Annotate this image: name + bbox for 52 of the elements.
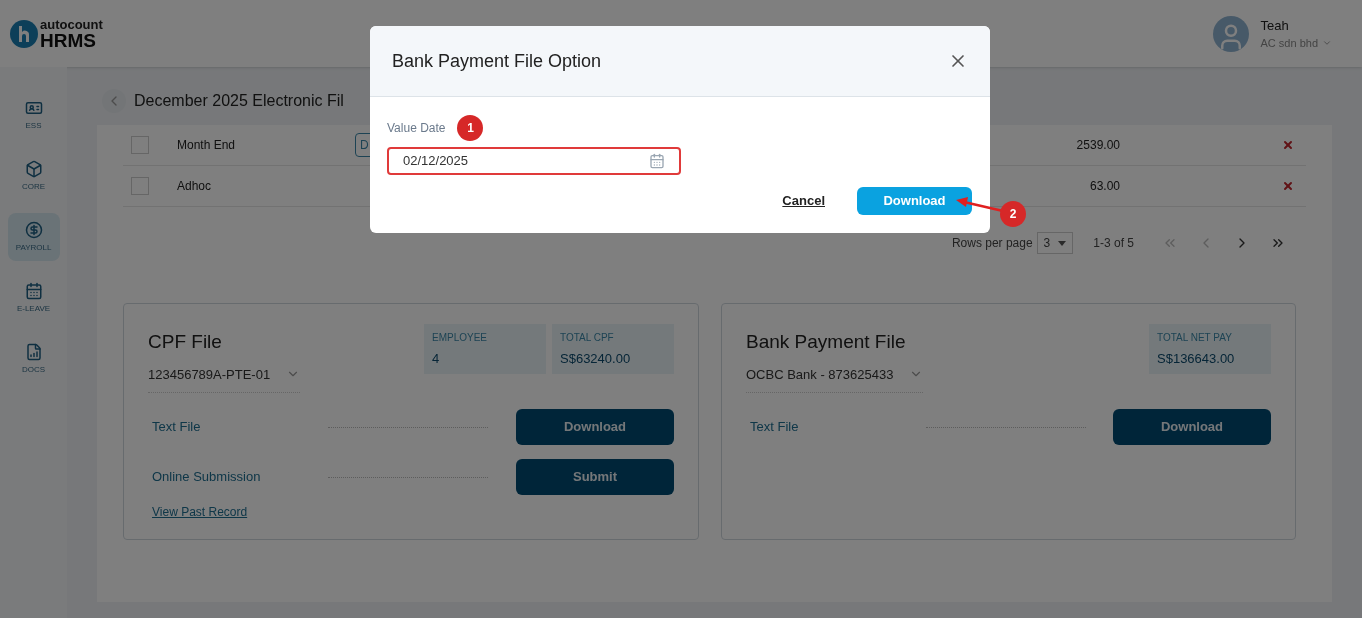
rows-per-page-label: Rows per page bbox=[951, 235, 1033, 252]
nav-icon bbox=[24, 342, 43, 361]
download-button[interactable]: Download bbox=[857, 187, 972, 215]
stat-label: TOTAL NET PAY bbox=[1157, 331, 1233, 345]
stat-value: S$136643.00 bbox=[1157, 350, 1236, 368]
cancel-button[interactable]: Cancel bbox=[782, 191, 825, 211]
calendar-icon[interactable] bbox=[649, 153, 665, 169]
nav-item[interactable]: PAYROLL bbox=[7, 213, 60, 261]
row-checkbox[interactable] bbox=[131, 177, 149, 195]
date-field[interactable]: 02/12/2025 bbox=[387, 147, 681, 175]
table-cell-text: 63.00 bbox=[1089, 178, 1120, 195]
file-type-label: Text File bbox=[749, 418, 800, 437]
action-button[interactable]: Submit bbox=[516, 459, 674, 495]
back-button[interactable] bbox=[102, 89, 126, 113]
card-title: Bank Payment File bbox=[746, 330, 907, 354]
user-name: Teah bbox=[1260, 16, 1290, 35]
nav-icon bbox=[24, 220, 43, 239]
nav-item[interactable]: ESS bbox=[7, 91, 60, 139]
stat-label: TOTAL CPF bbox=[560, 331, 615, 345]
step-badge: 1 bbox=[457, 115, 484, 141]
logo-text: autocount bbox=[40, 17, 103, 31]
row-checkbox[interactable] bbox=[131, 136, 149, 154]
nav-icon bbox=[24, 281, 43, 300]
stat-label: EMPLOYEE bbox=[432, 331, 489, 345]
nav-item[interactable]: E-LEAVE bbox=[7, 274, 60, 322]
stat-value: S$63240.00 bbox=[560, 350, 632, 368]
stat-value: 4 bbox=[432, 350, 441, 368]
field-label: Value Date bbox=[387, 120, 446, 137]
logo-text: HRMS bbox=[40, 30, 97, 50]
past-record-link[interactable]: View Past Record bbox=[148, 503, 674, 521]
rows-select[interactable]: 3 bbox=[1036, 232, 1074, 254]
file-type-label: Text File bbox=[151, 418, 202, 437]
table-cell-text: Month End bbox=[177, 137, 237, 154]
nav-item[interactable]: DOCS bbox=[7, 335, 60, 383]
logo-icon bbox=[10, 19, 38, 48]
page-title: December 2025 Electronic Fil bbox=[134, 91, 344, 111]
account-dropdown[interactable]: 123456789A-PTE-01 bbox=[148, 364, 301, 393]
avatar-icon[interactable] bbox=[1212, 15, 1249, 52]
delete-icon[interactable] bbox=[1282, 139, 1294, 151]
action-button[interactable]: Download bbox=[1113, 409, 1271, 445]
card-title: CPF File bbox=[148, 330, 223, 354]
table-cell-text: Adhoc bbox=[177, 178, 213, 195]
dropdown-arrow-icon bbox=[1058, 240, 1067, 246]
file-type-label: Online Submission bbox=[151, 468, 262, 487]
delete-icon[interactable] bbox=[1282, 180, 1294, 192]
page-range: 1-3 of 5 bbox=[1093, 235, 1134, 252]
table-cell-text: 2539.00 bbox=[1076, 137, 1120, 154]
account-dropdown[interactable]: OCBC Bank - 873625433 bbox=[746, 364, 924, 393]
nav-item[interactable]: CORE bbox=[7, 152, 60, 200]
dialog-title: Bank Payment File Option bbox=[392, 49, 602, 73]
action-button[interactable]: Download bbox=[516, 409, 674, 445]
nav-icon bbox=[24, 159, 43, 178]
